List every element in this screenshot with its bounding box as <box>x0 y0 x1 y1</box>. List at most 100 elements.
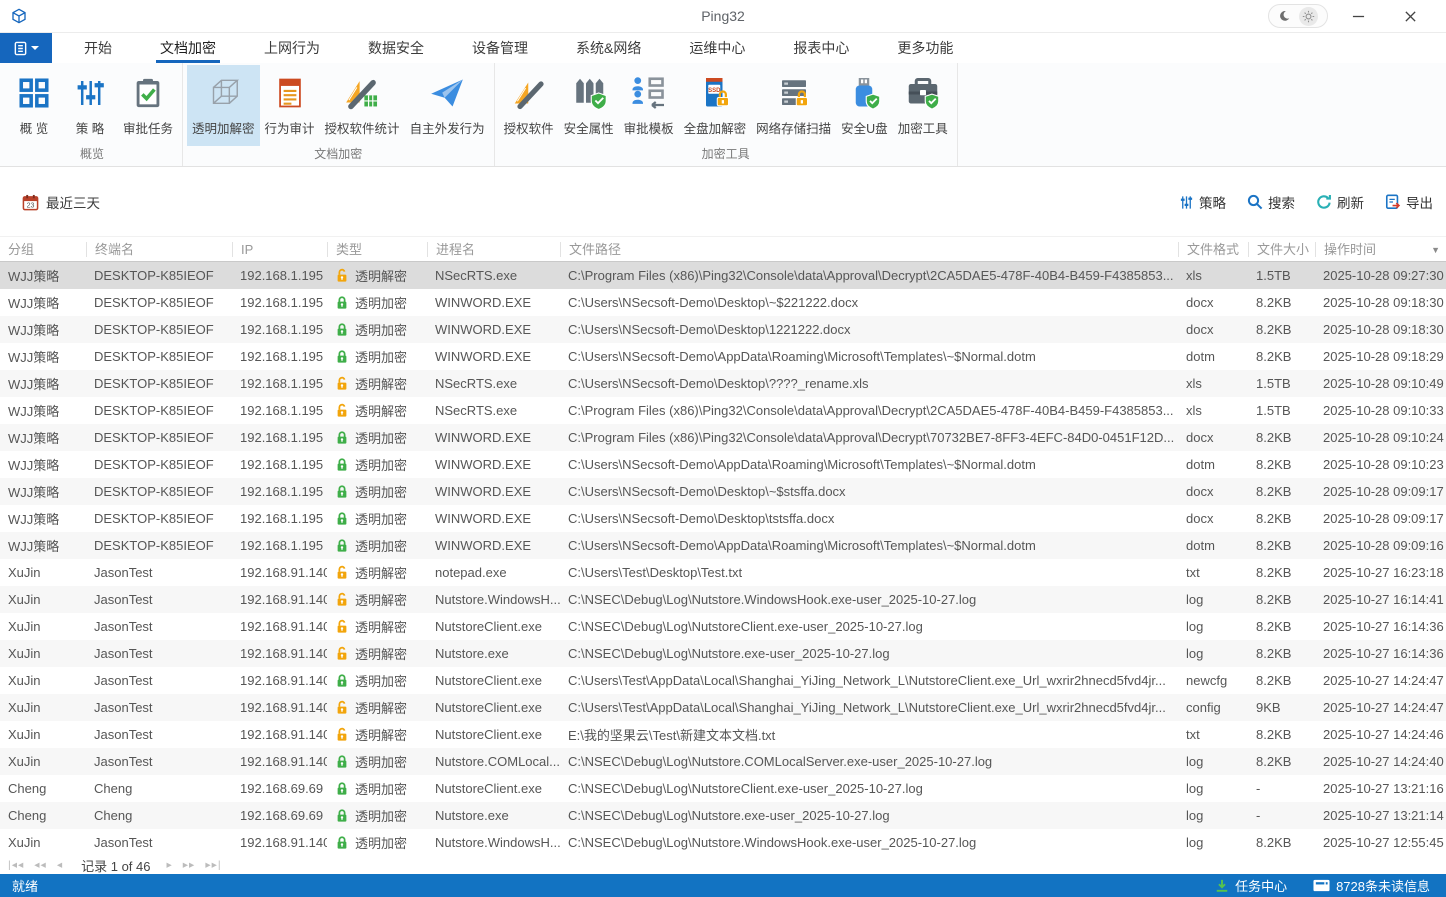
ribbon-item-label: 安全U盘 <box>841 118 888 137</box>
table-row[interactable]: WJJ策略DESKTOP-K85IEOF192.168.1.195透明加密WIN… <box>0 505 1446 532</box>
ribbon-tab[interactable]: 文档加密 <box>136 33 240 63</box>
column-header[interactable]: 文件路径 <box>560 242 1178 257</box>
table-row[interactable]: XuJinJasonTest192.168.91.140透明解密Nutstore… <box>0 640 1446 667</box>
ribbon-item-authorized-software-stats[interactable]: 授权软件统计 <box>320 65 405 146</box>
pagination-prev-button[interactable]: ◂ <box>57 859 63 871</box>
pagination-first-button[interactable]: |◂◂ <box>8 859 24 871</box>
ribbon-item-full-disk-crypt[interactable]: SSD全盘加解密 <box>679 65 752 146</box>
ribbon-item-security-attributes[interactable]: 安全属性 <box>559 65 619 146</box>
app-menu-button[interactable] <box>0 33 52 63</box>
column-header[interactable]: 操作时间 <box>1315 242 1446 257</box>
cell-size: 8.2KB <box>1248 457 1315 472</box>
cell-format: xls <box>1178 376 1248 391</box>
unread-messages-button[interactable]: 8728条未读信息 <box>1313 876 1430 895</box>
ribbon-item-transparent-crypt-cube[interactable]: 透明加解密 <box>187 65 260 146</box>
ribbon-item-approval-tasks[interactable]: 审批任务 <box>118 65 178 146</box>
table-row[interactable]: WJJ策略DESKTOP-K85IEOF192.168.1.195透明加密WIN… <box>0 343 1446 370</box>
ribbon-item-policy-sliders[interactable]: 策 略 <box>62 65 118 146</box>
cell-format: dotm <box>1178 349 1248 364</box>
table-row[interactable]: WJJ策略DESKTOP-K85IEOF192.168.1.195透明解密NSe… <box>0 370 1446 397</box>
refresh-button[interactable]: 刷新 <box>1316 192 1364 212</box>
cell-format: txt <box>1178 727 1248 742</box>
table-row[interactable]: XuJinJasonTest192.168.91.140透明解密Nutstore… <box>0 586 1446 613</box>
lock-closed-icon <box>335 322 349 337</box>
date-range-filter[interactable]: 23 最近三天 <box>22 192 100 212</box>
type-label: 透明解密 <box>355 698 407 717</box>
table-row[interactable]: ChengCheng192.168.69.69透明加密NutstoreClien… <box>0 775 1446 802</box>
cell-group: XuJin <box>0 646 86 661</box>
column-header[interactable]: 进程名 <box>427 242 560 257</box>
table-row[interactable]: XuJinJasonTest192.168.91.140透明解密Nutstore… <box>0 613 1446 640</box>
column-header[interactable]: 文件格式 <box>1178 242 1248 257</box>
ribbon-tab[interactable]: 上网行为 <box>240 33 344 63</box>
table-row[interactable]: WJJ策略DESKTOP-K85IEOF192.168.1.195透明加密WIN… <box>0 478 1446 505</box>
search-button[interactable]: 搜索 <box>1247 192 1295 212</box>
export-button[interactable]: 导出 <box>1385 192 1433 212</box>
ribbon-item-network-storage-scan[interactable]: 网络存储扫描 <box>751 65 836 146</box>
table-row[interactable]: WJJ策略DESKTOP-K85IEOF192.168.1.195透明加密WIN… <box>0 532 1446 559</box>
table-row[interactable]: WJJ策略DESKTOP-K85IEOF192.168.1.195透明加密WIN… <box>0 289 1446 316</box>
cell-time: 2025-10-27 13:21:16 <box>1315 781 1446 796</box>
cell-ip: 192.168.1.195 <box>232 511 327 526</box>
ribbon-item-approval-template[interactable]: 审批模板 <box>619 65 679 146</box>
pagination-last-button[interactable]: ▸▸| <box>205 859 221 871</box>
table-row[interactable]: WJJ策略DESKTOP-K85IEOF192.168.1.195透明解密NSe… <box>0 397 1446 424</box>
ribbon-group-items: 透明加解密行为审计授权软件统计自主外发行为 <box>183 63 494 146</box>
cell-group: WJJ策略 <box>0 536 86 555</box>
ribbon-item-authorized-software[interactable]: 授权软件 <box>499 65 559 146</box>
cell-path: C:\NSEC\Debug\Log\Nutstore.WindowsHook.e… <box>560 835 1178 850</box>
table-row[interactable]: XuJinJasonTest192.168.91.140透明解密Nutstore… <box>0 694 1446 721</box>
cell-time: 2025-10-28 09:10:49 <box>1315 376 1446 391</box>
statusbar-right: 任务中心 8728条未读信息 <box>1215 876 1434 895</box>
table-body: WJJ策略DESKTOP-K85IEOF192.168.1.195透明解密NSe… <box>0 262 1446 856</box>
table-row[interactable]: WJJ策略DESKTOP-K85IEOF192.168.1.195透明加密WIN… <box>0 451 1446 478</box>
ribbon-item-secure-usb[interactable]: 安全U盘 <box>836 65 893 146</box>
table-row[interactable]: XuJinJasonTest192.168.91.140透明加密Nutstore… <box>0 829 1446 856</box>
type-label: 透明加密 <box>355 320 407 339</box>
table-row[interactable]: XuJinJasonTest192.168.91.140透明解密Nutstore… <box>0 721 1446 748</box>
table-row[interactable]: XuJinJasonTest192.168.91.140透明解密notepad.… <box>0 559 1446 586</box>
pagination-next-button[interactable]: ▸ <box>166 859 172 871</box>
ribbon-item-outgoing-send[interactable]: 自主外发行为 <box>405 65 490 146</box>
table-row[interactable]: XuJinJasonTest192.168.91.140透明加密Nutstore… <box>0 748 1446 775</box>
lock-open-icon <box>335 268 349 283</box>
minimize-button[interactable] <box>1336 1 1380 31</box>
pagination-fast-prev-button[interactable]: ◂◂ <box>34 859 47 871</box>
task-center-button[interactable]: 任务中心 <box>1215 876 1287 895</box>
export-icon <box>1385 194 1401 210</box>
table-row[interactable]: ChengCheng192.168.69.69透明加密Nutstore.exeC… <box>0 802 1446 829</box>
column-header[interactable]: 终端名 <box>86 242 232 257</box>
table-row[interactable]: WJJ策略DESKTOP-K85IEOF192.168.1.195透明加密WIN… <box>0 424 1446 451</box>
ribbon-item-encryption-tools[interactable]: 加密工具 <box>893 65 953 146</box>
column-header[interactable]: 文件大小 <box>1248 242 1315 257</box>
table-row[interactable]: WJJ策略DESKTOP-K85IEOF192.168.1.195透明加密WIN… <box>0 316 1446 343</box>
ribbon-tab[interactable]: 报表中心 <box>769 33 873 63</box>
table-row[interactable]: WJJ策略DESKTOP-K85IEOF192.168.1.195透明解密NSe… <box>0 262 1446 289</box>
pagination-fast-next-button[interactable]: ▸▸ <box>183 859 196 871</box>
cell-terminal: JasonTest <box>86 700 232 715</box>
ribbon-tab[interactable]: 设备管理 <box>448 33 552 63</box>
policy-button[interactable]: 策略 <box>1179 192 1226 212</box>
ribbon-tab[interactable]: 数据安全 <box>344 33 448 63</box>
sun-icon[interactable] <box>1302 10 1315 23</box>
lock-closed-icon <box>335 754 349 769</box>
cell-group: WJJ策略 <box>0 482 86 501</box>
column-header[interactable]: IP <box>232 242 327 257</box>
ribbon-item-overview-grid[interactable]: 概 览 <box>6 65 62 146</box>
ribbon-tab[interactable]: 更多功能 <box>873 33 977 63</box>
column-chooser-caret-icon[interactable]: ▼ <box>1431 245 1440 255</box>
ribbon-item-behavior-audit[interactable]: 行为审计 <box>260 65 320 146</box>
cell-process: Nutstore.WindowsH... <box>427 835 560 850</box>
close-button[interactable] <box>1388 1 1432 31</box>
column-header[interactable]: 类型 <box>327 242 427 257</box>
moon-icon[interactable] <box>1278 10 1290 22</box>
table-row[interactable]: XuJinJasonTest192.168.91.140透明加密Nutstore… <box>0 667 1446 694</box>
ribbon-tab[interactable]: 系统&网络 <box>552 33 665 63</box>
ribbon-tab[interactable]: 开始 <box>60 33 136 63</box>
ribbon-item-label: 策 略 <box>76 118 104 137</box>
lock-open-icon <box>335 700 349 715</box>
column-header[interactable]: 分组 <box>0 242 86 257</box>
cell-process: NutstoreClient.exe <box>427 619 560 634</box>
theme-toggle[interactable] <box>1268 4 1328 28</box>
ribbon-tab[interactable]: 运维中心 <box>665 33 769 63</box>
